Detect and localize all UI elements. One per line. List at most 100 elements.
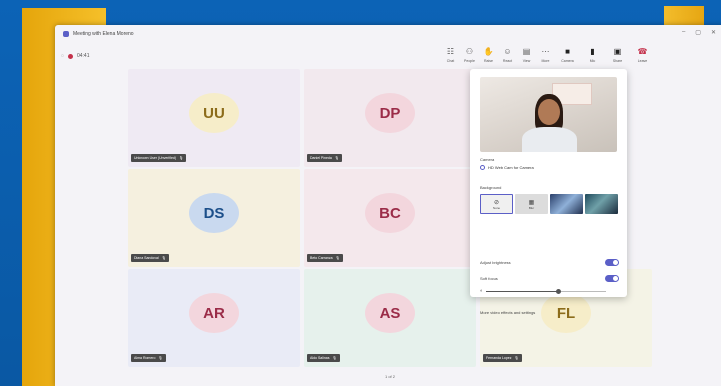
toolbar-button-label: React xyxy=(502,59,513,63)
title-bar: Meeting with Elena Moreno – ▢ ✕ xyxy=(55,25,721,43)
background-blur-option[interactable]: ▦ Blur xyxy=(515,194,548,214)
soft-focus-label: Soft focus xyxy=(480,276,498,281)
participant-tile[interactable]: AR Alma Romero 🎙︎ xyxy=(128,269,300,367)
leave-button[interactable]: ☎ Leave xyxy=(630,47,655,64)
avatar: BC xyxy=(365,193,415,233)
slider-fill xyxy=(486,291,558,292)
participant-name-tag: Alma Romero 🎙︎ xyxy=(131,354,166,362)
slider-handle[interactable] xyxy=(555,289,561,294)
toolbar-button-label: View xyxy=(522,59,531,63)
teams-logo-icon xyxy=(63,31,69,37)
adjust-brightness-toggle[interactable] xyxy=(605,259,619,266)
camera-device-select[interactable]: HD Web Cam for Camera xyxy=(480,165,534,170)
chat-button[interactable]: ☷ Chat xyxy=(441,47,460,64)
view-icon: ▤ xyxy=(522,47,531,56)
share-button[interactable]: ▣ Share xyxy=(605,47,630,64)
react-button[interactable]: ☺ React xyxy=(498,47,517,64)
background-image-option[interactable] xyxy=(585,194,618,214)
people-button[interactable]: ⚇ People xyxy=(460,47,479,64)
toolbar-buttons: ☷ Chat ⚇ People ✋ Raise ☺ React ▤ View ⋯ More ■ Camer… xyxy=(441,47,655,64)
share-icon: ▣ xyxy=(613,47,622,56)
toolbar-button-label: Chat xyxy=(446,59,455,63)
toolbar-button-label: More xyxy=(541,59,550,63)
avatar: UU xyxy=(189,93,239,133)
more-button[interactable]: ⋯ More xyxy=(536,47,555,64)
participant-name-tag: Unknown User (Unverified) 🎙︎ xyxy=(131,154,187,162)
preview-person-face xyxy=(538,99,560,125)
window-controls: – ▢ ✕ xyxy=(682,29,716,36)
participant-name: Beto Carranza xyxy=(310,256,333,260)
background-options: ⊘ None ▦ Blur xyxy=(480,194,618,214)
more-settings-link[interactable]: More video effects and settings xyxy=(480,310,535,315)
participant-name-tag: Beto Carranza 🎙︎ xyxy=(307,254,344,262)
background-blur-label: Blur xyxy=(528,205,535,210)
toolbar-button-label: Share xyxy=(612,59,623,63)
window-title: Meeting with Elena Moreno xyxy=(73,31,134,37)
camera-label: Camera xyxy=(480,157,495,162)
participant-name: Diana Sandoval xyxy=(134,256,159,260)
recording-dot-icon xyxy=(67,53,73,59)
focus-icon: ◐ xyxy=(480,288,484,294)
toolbar-button-label: People xyxy=(464,59,475,63)
react-icon: ☺ xyxy=(503,47,512,56)
meeting-timer: 04:41 xyxy=(76,53,90,59)
participant-name: Unknown User (Unverified) xyxy=(134,156,177,160)
page-indicator: 1 of 2 xyxy=(385,374,396,379)
toolbar-button-label: Raise xyxy=(484,59,493,63)
background-label: Background xyxy=(480,185,502,190)
participant-name-tag: Diana Sandoval 🎙︎ xyxy=(131,254,170,262)
toolbar-button-label: Camera xyxy=(561,59,574,63)
participant-tile[interactable]: AS Aldo Salinas 🎙︎ xyxy=(304,269,476,367)
participant-tile[interactable]: UU Unknown User (Unverified) 🎙︎ xyxy=(128,69,300,167)
background-image-option[interactable] xyxy=(550,194,583,214)
close-button[interactable]: ✕ xyxy=(711,29,716,36)
mic-muted-icon: 🎙︎ xyxy=(334,156,340,160)
background-none-option[interactable]: ⊘ None xyxy=(480,194,513,214)
participant-name: Aldo Salinas xyxy=(310,356,330,360)
shield-icon: ◌ xyxy=(61,53,64,59)
participant-tile[interactable]: BC Beto Carranza 🎙︎ xyxy=(304,169,476,267)
camera-button[interactable]: ■ Camera xyxy=(555,47,580,64)
mic-muted-icon: 🎙︎ xyxy=(514,356,519,360)
mic-muted-icon: 🎙︎ xyxy=(332,356,337,360)
blur-icon: ▦ xyxy=(528,199,535,206)
meeting-window: Meeting with Elena Moreno – ▢ ✕ ◌ 04:41 … xyxy=(55,25,721,386)
participant-name-tag: Daniel Pineda 🎙︎ xyxy=(307,154,343,162)
people-icon: ⚇ xyxy=(465,47,474,56)
minimize-button[interactable]: – xyxy=(682,29,685,36)
raise-hand-icon: ✋ xyxy=(483,47,494,56)
participant-name: Fernanda Lopez xyxy=(486,356,512,360)
soft-focus-toggle[interactable] xyxy=(605,275,619,282)
participant-name: Daniel Pineda xyxy=(310,156,332,160)
soft-focus-slider[interactable] xyxy=(486,289,606,294)
mic-button[interactable]: ▮ Mic xyxy=(580,47,605,64)
raise-button[interactable]: ✋ Raise xyxy=(479,47,498,64)
chat-icon: ☷ xyxy=(446,47,455,56)
leave-icon: ☎ xyxy=(637,47,648,56)
avatar: AS xyxy=(365,293,415,333)
avatar: DP xyxy=(365,93,415,133)
mic-icon: ▮ xyxy=(590,47,595,56)
view-button[interactable]: ▤ View xyxy=(517,47,536,64)
adjust-brightness-label: Adjust brightness xyxy=(480,260,511,265)
toolbar-button-label: Leave xyxy=(637,59,648,63)
mic-muted-icon: 🎙︎ xyxy=(158,356,163,360)
participant-name-tag: Aldo Salinas 🎙︎ xyxy=(307,354,340,362)
camera-device-name: HD Web Cam for Camera xyxy=(488,165,534,170)
participant-tile[interactable]: DS Diana Sandoval 🎙︎ xyxy=(128,169,300,267)
camera-preview xyxy=(480,77,617,152)
avatar: DS xyxy=(189,193,239,233)
participant-tile[interactable]: DP Daniel Pineda 🎙︎ xyxy=(304,69,476,167)
participant-name: Alma Romero xyxy=(134,356,156,360)
more-icon: ⋯ xyxy=(541,47,550,56)
participant-name-tag: Fernanda Lopez 🎙︎ xyxy=(483,354,522,362)
camera-icon: ■ xyxy=(565,47,570,56)
camera-settings-panel: Camera HD Web Cam for Camera Background … xyxy=(470,69,627,315)
mic-muted-icon: 🎙︎ xyxy=(335,256,341,260)
mic-muted-icon: 🎙︎ xyxy=(161,256,167,260)
radio-icon xyxy=(480,165,485,170)
mic-muted-icon: 🎙︎ xyxy=(179,156,184,160)
maximize-button[interactable]: ▢ xyxy=(695,29,701,36)
preview-person-body xyxy=(522,127,577,152)
avatar: FL xyxy=(541,293,591,333)
